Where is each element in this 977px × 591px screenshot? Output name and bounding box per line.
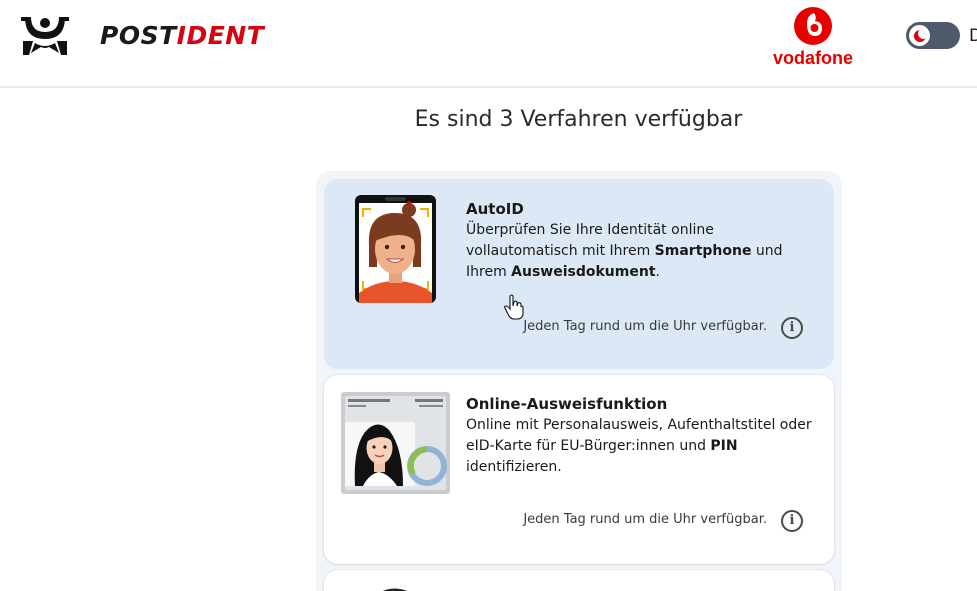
method-title: Online-Ausweisfunktion bbox=[466, 395, 668, 413]
brand-post-text: POST bbox=[100, 21, 177, 50]
autoid-smartphone-face-illustration bbox=[355, 195, 436, 303]
toggle-label: D bbox=[969, 26, 977, 46]
postident-wordmark: POSTIDENT bbox=[100, 20, 264, 52]
hand-cursor-icon bbox=[504, 294, 524, 320]
desc-text: Online mit Personalausweis, Aufenthaltst… bbox=[466, 417, 812, 454]
method-availability: Jeden Tag rund um die Uhr verfügbar. bbox=[523, 319, 767, 334]
method-availability: Jeden Tag rund um die Uhr verfügbar. bbox=[523, 512, 767, 527]
method-description: Überprüfen Sie Ihre Identität online vol… bbox=[466, 220, 821, 283]
desc-text: . bbox=[655, 264, 660, 280]
method-description: Online mit Personalausweis, Aufenthaltst… bbox=[466, 415, 821, 478]
page-title: Es sind 3 Verfahren verfügbar bbox=[414, 107, 743, 132]
brand-ident-text: IDENT bbox=[176, 21, 265, 50]
dark-mode-toggle[interactable] bbox=[906, 22, 960, 49]
vodafone-speechmark-logo bbox=[794, 7, 832, 45]
method-card-third[interactable] bbox=[324, 570, 834, 591]
method-title: AutoID bbox=[466, 200, 524, 218]
deutsche-post-horn-logo bbox=[21, 17, 69, 55]
method-card-autoid[interactable]: AutoID Überprüfen Sie Ihre Identität onl… bbox=[324, 179, 834, 369]
desc-text: identifizieren. bbox=[466, 459, 562, 475]
desc-bold-pin: PIN bbox=[710, 438, 738, 454]
info-icon[interactable]: i bbox=[781, 317, 803, 339]
toggle-knob bbox=[909, 25, 930, 46]
method-card-eid[interactable]: Online-Ausweisfunktion Online mit Person… bbox=[324, 375, 834, 564]
partner-name: vodafone bbox=[772, 48, 853, 68]
method-illustration-partial bbox=[382, 588, 408, 591]
desc-bold-smartphone: Smartphone bbox=[654, 243, 752, 259]
info-icon[interactable]: i bbox=[781, 510, 803, 532]
moon-icon bbox=[913, 29, 926, 42]
desc-bold-document: Ausweisdokument bbox=[511, 264, 656, 280]
id-card-illustration bbox=[341, 392, 450, 494]
header: POSTIDENT vodafone D bbox=[0, 0, 977, 88]
